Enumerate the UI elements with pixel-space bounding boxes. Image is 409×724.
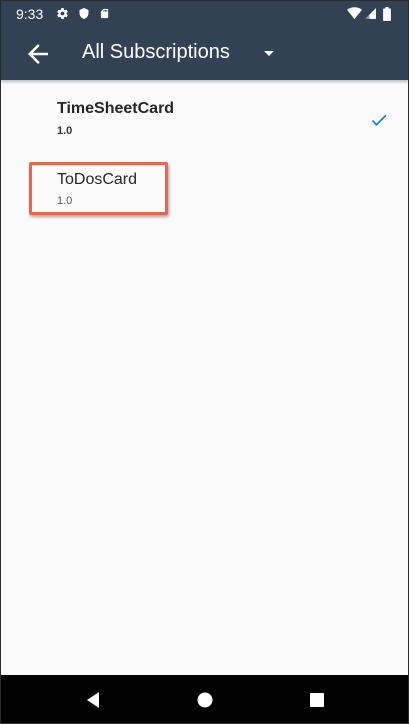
dropdown-arrow-icon[interactable] xyxy=(261,45,277,61)
shield-icon xyxy=(78,7,90,21)
check-icon xyxy=(369,110,389,130)
page-title: All Subscriptions xyxy=(82,41,230,63)
status-bar: 9:33 xyxy=(1,1,408,27)
battery-icon xyxy=(383,7,391,21)
wifi-icon xyxy=(347,7,362,21)
app-bar: All Subscriptions xyxy=(1,27,408,80)
subscription-name: TimeSheetCard xyxy=(57,100,175,117)
status-time: 9:33 xyxy=(16,6,44,22)
recents-square-icon[interactable] xyxy=(306,689,328,711)
subscription-item-timesheetcard[interactable]: TimeSheetCard 1.0 xyxy=(1,94,408,164)
subscription-item-todoscard[interactable]: ToDosCard 1.0 xyxy=(1,164,408,234)
settings-icon xyxy=(56,7,69,21)
sd-card-icon xyxy=(99,7,110,21)
back-arrow-icon[interactable] xyxy=(23,39,53,69)
subscription-name: ToDosCard xyxy=(57,171,138,188)
subscription-version: 1.0 xyxy=(57,125,73,137)
signal-icon xyxy=(364,7,377,21)
subscription-version: 1.0 xyxy=(57,195,73,207)
back-triangle-icon[interactable] xyxy=(83,689,105,711)
home-circle-icon[interactable] xyxy=(194,689,216,711)
navigation-bar xyxy=(1,675,408,723)
phone-screen: 9:33 All Subscriptions TimeSheetCard 1.0… xyxy=(1,1,408,723)
